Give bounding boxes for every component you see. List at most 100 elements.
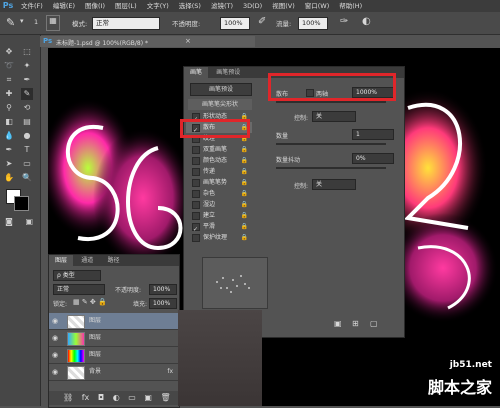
pen-tool-icon[interactable]: ✒ (3, 144, 15, 156)
list-item-wet-edges[interactable]: 湿边 🔒 (186, 199, 252, 210)
fx-icon[interactable]: fx (167, 364, 173, 380)
zoom-tool-icon[interactable]: 🔍 (21, 172, 33, 184)
fill-input[interactable]: 100% (149, 298, 177, 309)
menu-layer[interactable]: 图层(L) (110, 0, 142, 12)
clone-stamp-icon[interactable]: ⚲ (3, 102, 15, 114)
eye-icon[interactable]: ◉ (52, 330, 58, 346)
brush-size[interactable]: 1 (34, 18, 38, 26)
new-layer-icon[interactable]: ▣ (144, 393, 152, 402)
menu-file[interactable]: 文件(F) (16, 0, 48, 12)
eye-icon[interactable]: ◉ (52, 347, 58, 363)
tab-brush[interactable]: 画笔 (184, 67, 209, 78)
list-item-smoothing[interactable]: ✓ 平滑 🔒 (186, 221, 252, 233)
crop-tool-icon[interactable]: ⌗ (3, 74, 15, 86)
chevron-down-icon[interactable]: ▾ (20, 17, 24, 25)
layer-kind-filter[interactable]: ρ 类型 (53, 270, 101, 281)
new-group-icon[interactable]: ▭ (128, 393, 136, 402)
control2-select[interactable]: 关 (312, 179, 356, 190)
eye-icon[interactable]: ◉ (52, 364, 58, 380)
tab-paths[interactable]: 路径 (102, 255, 126, 266)
layer-opacity-input[interactable]: 100% (149, 284, 177, 295)
count-slider[interactable] (276, 143, 386, 145)
menu-select[interactable]: 选择(S) (174, 0, 206, 12)
healing-brush-icon[interactable]: ✚ (3, 88, 15, 100)
menu-window[interactable]: 窗口(W) (300, 0, 335, 12)
tab-layers[interactable]: 图层 (49, 255, 74, 266)
layer-row[interactable]: ◉ 图层 (49, 313, 179, 330)
new-preset-icon[interactable]: ▣ (334, 319, 342, 328)
lasso-tool-icon[interactable]: ➰ (3, 60, 15, 72)
checkbox[interactable] (192, 167, 200, 176)
move-tool-icon[interactable]: ✥ (3, 46, 15, 58)
color-swatches[interactable] (0, 185, 40, 215)
list-item-build-up[interactable]: 建立 🔒 (186, 210, 252, 221)
layer-row[interactable]: ◉ 图层 (49, 330, 179, 347)
control-select[interactable]: 关 (312, 111, 356, 122)
count-jitter-input[interactable]: 0% (352, 153, 394, 164)
quick-mask-icon[interactable]: ◙ (3, 216, 15, 228)
eraser-icon[interactable]: ◧ (3, 116, 15, 128)
count-jitter-slider[interactable] (276, 167, 386, 169)
brush-tool-icon[interactable]: ✎ (6, 16, 15, 29)
count-input[interactable]: 1 (352, 129, 394, 140)
trash-icon[interactable]: 🗑 (160, 393, 170, 402)
airbrush-icon[interactable]: ✑ (340, 16, 348, 27)
link-layers-icon[interactable]: ⛓ (63, 393, 73, 402)
menu-view[interactable]: 视图(V) (267, 0, 300, 12)
menu-type[interactable]: 文字(Y) (142, 0, 174, 12)
eye-icon[interactable]: ◉ (52, 313, 58, 329)
layer-row[interactable]: ◉ 背景 fx (49, 364, 179, 381)
list-item-protect-texture[interactable]: 保护纹理 🔒 (186, 232, 252, 243)
menu-image[interactable]: 图像(I) (80, 0, 110, 12)
checkbox[interactable] (192, 156, 200, 165)
quick-select-icon[interactable]: ✦ (21, 60, 33, 72)
list-item-noise[interactable]: 杂色 🔒 (186, 188, 252, 199)
checkbox[interactable] (192, 211, 200, 220)
add-mask-icon[interactable]: ◘ (98, 393, 104, 402)
brush-tool-icon[interactable]: ✎ (21, 88, 33, 100)
list-item-transfer[interactable]: 传递 🔒 (186, 166, 252, 177)
checkbox[interactable] (192, 178, 200, 187)
type-tool-icon[interactable]: T (21, 144, 33, 156)
shape-tool-icon[interactable]: ▭ (21, 158, 33, 170)
fx-menu-icon[interactable]: fx (82, 393, 90, 402)
layer-row[interactable]: ◉ 图层 (49, 347, 179, 364)
adjustment-layer-icon[interactable]: ◐ (113, 393, 120, 402)
marquee-tool-icon[interactable]: ⬚ (21, 46, 33, 58)
toggle-grid-icon[interactable]: ⊞ (352, 319, 359, 328)
list-item-color-dynamics[interactable]: 颜色动态 🔒 (186, 155, 252, 166)
tab-brush-presets[interactable]: 画笔预设 (210, 67, 246, 78)
checkbox[interactable] (192, 200, 200, 209)
pressure-size-icon[interactable]: ◐ (362, 16, 371, 27)
blur-icon[interactable]: 💧 (3, 130, 15, 142)
mode-select[interactable]: 正常 (92, 17, 160, 30)
opacity-input[interactable]: 100% (220, 17, 250, 30)
close-icon[interactable]: × (185, 37, 191, 45)
gradient-icon[interactable]: ▤ (21, 116, 33, 128)
menu-help[interactable]: 帮助(H) (334, 0, 367, 12)
eyedropper-icon[interactable]: ✒ (21, 74, 33, 86)
list-item-brush-pose[interactable]: 画笔笔势 🔒 (186, 177, 252, 188)
history-brush-icon[interactable]: ⟲ (21, 102, 33, 114)
create-brush-icon[interactable]: ▢ (370, 319, 378, 328)
background-color[interactable] (14, 196, 29, 211)
checkbox[interactable] (192, 233, 200, 242)
brush-panel-toggle-icon[interactable]: ▦ (46, 15, 60, 31)
pressure-opacity-icon[interactable]: ✐ (258, 16, 266, 27)
blend-mode-select[interactable]: 正常 (53, 284, 105, 295)
scatter-slider[interactable] (276, 101, 386, 103)
menu-filter[interactable]: 滤镜(T) (206, 0, 238, 12)
checkbox[interactable] (192, 145, 200, 154)
brush-presets-button[interactable]: 画笔预设 (190, 83, 252, 96)
lock-icons[interactable]: ▦ ✎ ✥ 🔒 (73, 298, 107, 306)
checkbox[interactable] (192, 189, 200, 198)
brush-tip-shape-item[interactable]: 画笔笔尖形状 (188, 99, 252, 110)
dodge-icon[interactable]: ● (21, 130, 33, 142)
flow-input[interactable]: 100% (298, 17, 328, 30)
list-item-dual-brush[interactable]: 双重画笔 🔒 (186, 144, 252, 155)
document-tab[interactable]: Ps 未标题-1.psd @ 100%(RGB/8) * × (40, 36, 255, 47)
screen-mode-icon[interactable]: ▣ (23, 216, 35, 228)
checkbox[interactable]: ✓ (192, 222, 200, 233)
menu-edit[interactable]: 编辑(E) (48, 0, 80, 12)
path-select-icon[interactable]: ➤ (3, 158, 15, 170)
